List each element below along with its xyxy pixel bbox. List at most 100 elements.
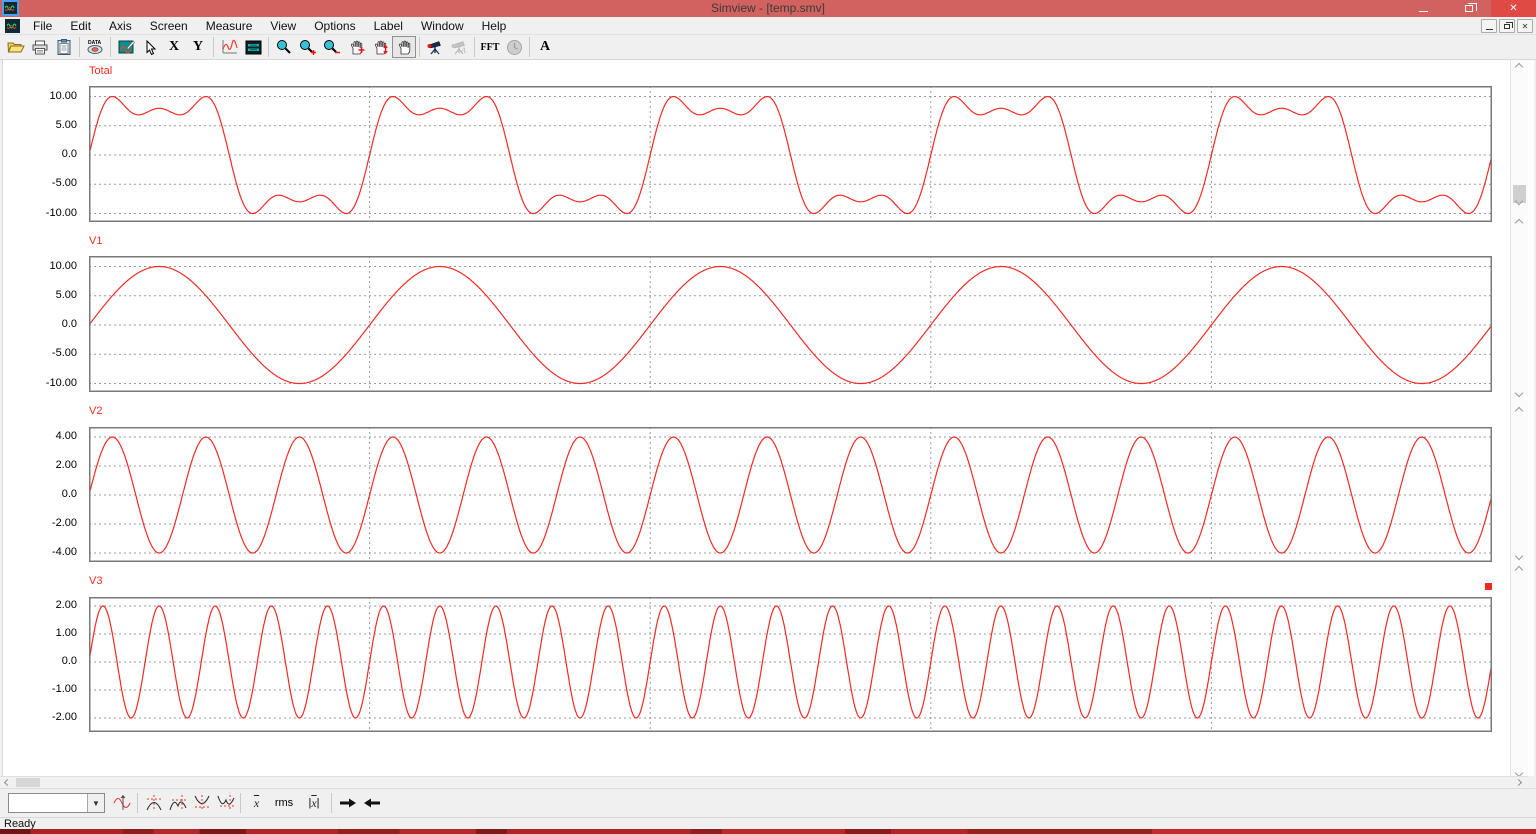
toolbar-separator bbox=[213, 37, 214, 57]
hand-button[interactable] bbox=[392, 36, 416, 58]
paste-button[interactable] bbox=[52, 36, 76, 58]
y-tick-label: 0.0 bbox=[61, 488, 77, 500]
peak-icon bbox=[146, 795, 161, 811]
select-button[interactable] bbox=[138, 36, 162, 58]
cursor-arrow-icon bbox=[146, 39, 156, 55]
cursor-wave-icon bbox=[112, 795, 131, 810]
graph-properties-button[interactable] bbox=[114, 36, 138, 58]
arrow-right-icon bbox=[339, 798, 356, 808]
plot-v3[interactable] bbox=[89, 597, 1492, 732]
menu-screen[interactable]: Screen bbox=[141, 17, 197, 35]
plot-total[interactable] bbox=[89, 86, 1492, 222]
plot-canvas: Total 10.00 5.00 0.0 -5.00 -10.00 V1 10.00 5.… bbox=[2, 60, 1534, 821]
menu-help[interactable]: Help bbox=[473, 17, 516, 35]
minimize-button[interactable] bbox=[1401, 0, 1446, 17]
mean-button[interactable]: x bbox=[245, 792, 268, 814]
menu-bar: File Edit Axis Screen Measure View Options Labe… bbox=[0, 17, 1536, 35]
y-tick-label: 5.00 bbox=[55, 118, 77, 131]
abs-bar: | bbox=[316, 797, 320, 809]
horizontal-scrollbar[interactable] bbox=[0, 776, 1528, 788]
menu-options[interactable]: Options bbox=[305, 17, 364, 35]
y-tick-label: -10.00 bbox=[45, 206, 77, 219]
x-axis-button[interactable]: X bbox=[162, 36, 186, 58]
toolbar-separator bbox=[529, 37, 530, 57]
combo-dropdown-button[interactable]: ▼ bbox=[87, 794, 104, 812]
curve-select-combo[interactable]: ▼ bbox=[8, 793, 105, 813]
y-tick-label: -5.00 bbox=[51, 177, 77, 190]
y-tick-label: -2.00 bbox=[51, 517, 77, 529]
open-button[interactable] bbox=[4, 36, 28, 58]
menu-window[interactable]: Window bbox=[412, 17, 473, 35]
plot-v1[interactable] bbox=[89, 256, 1492, 392]
add-curve-button[interactable] bbox=[217, 36, 241, 58]
mean-label: x bbox=[253, 795, 260, 810]
toolbar-separator bbox=[240, 793, 241, 813]
abs-mean-button[interactable]: | x | bbox=[300, 792, 328, 814]
y-tick-label: 0.0 bbox=[61, 654, 77, 667]
scroll-right-icon[interactable] bbox=[1514, 778, 1523, 787]
document-icon[interactable] bbox=[5, 18, 20, 33]
cursor-wave-button[interactable] bbox=[111, 792, 134, 814]
close-button[interactable]: ✕ bbox=[1491, 0, 1536, 17]
scroll-down-icon[interactable] bbox=[1514, 551, 1524, 561]
print-button[interactable] bbox=[28, 36, 52, 58]
menu-view[interactable]: View bbox=[261, 17, 305, 35]
find-max-button[interactable] bbox=[142, 792, 165, 814]
measure-disabled-button[interactable]: A bbox=[447, 36, 471, 58]
vertical-scrollbar[interactable] bbox=[1510, 60, 1528, 778]
fft-button[interactable]: FFT bbox=[478, 36, 502, 58]
menu-file[interactable]: File bbox=[24, 17, 61, 35]
scroll-up-icon[interactable] bbox=[1514, 218, 1524, 228]
find-min-button[interactable] bbox=[190, 792, 213, 814]
zoom-out-button[interactable] bbox=[320, 36, 344, 58]
y-tick-label: -10.00 bbox=[45, 376, 77, 389]
y-tick-label: 4.00 bbox=[55, 430, 77, 442]
screen-button[interactable] bbox=[241, 36, 265, 58]
rms-label: rms bbox=[274, 797, 294, 809]
y-tick-label: -2.00 bbox=[51, 710, 77, 723]
child-minimize-button[interactable] bbox=[1481, 19, 1497, 33]
add-text-button[interactable]: A bbox=[533, 36, 557, 58]
plot-title-v2: V2 bbox=[89, 405, 103, 417]
scrollbar-thumb[interactable] bbox=[16, 778, 40, 787]
y-tick-label: 2.00 bbox=[55, 598, 77, 611]
menu-edit[interactable]: Edit bbox=[61, 17, 100, 35]
scroll-up-icon[interactable] bbox=[1514, 406, 1524, 416]
restore-button[interactable] bbox=[1446, 0, 1491, 17]
windows-taskbar-sliver bbox=[0, 829, 1536, 834]
child-restore-button[interactable] bbox=[1499, 19, 1515, 33]
zoom-in-button[interactable] bbox=[296, 36, 320, 58]
pan-move-button[interactable] bbox=[368, 36, 392, 58]
menu-measure[interactable]: Measure bbox=[197, 17, 262, 35]
measure-button[interactable] bbox=[423, 36, 447, 58]
clock-gray-icon bbox=[506, 39, 522, 55]
toolbar-separator bbox=[474, 37, 475, 57]
menu-label[interactable]: Label bbox=[365, 17, 412, 35]
child-close-button[interactable]: ✕ bbox=[1517, 19, 1533, 33]
clipboard-icon bbox=[57, 39, 71, 55]
selected-plot-handle[interactable] bbox=[1485, 583, 1492, 590]
next-page-button[interactable] bbox=[336, 792, 359, 814]
save-data-button[interactable]: DATA bbox=[83, 36, 107, 58]
find-next-max-button[interactable] bbox=[166, 792, 189, 814]
scroll-left-icon[interactable] bbox=[3, 778, 12, 787]
rms-button[interactable]: rms bbox=[269, 792, 299, 814]
open-folder-icon bbox=[7, 42, 25, 53]
y-tick-label: -4.00 bbox=[51, 546, 77, 558]
menu-items: File Edit Axis Screen Measure View Options Labe… bbox=[24, 17, 515, 35]
toolbar-separator bbox=[331, 793, 332, 813]
y-tick-label: -1.00 bbox=[51, 682, 77, 695]
menu-axis[interactable]: Axis bbox=[100, 17, 141, 35]
y-axis-button[interactable]: Y bbox=[186, 36, 210, 58]
scroll-down-icon[interactable] bbox=[1514, 388, 1524, 398]
scroll-up-icon[interactable] bbox=[1514, 62, 1524, 72]
scroll-up-icon[interactable] bbox=[1514, 565, 1524, 575]
plot-v2[interactable] bbox=[89, 427, 1492, 562]
prev-page-button[interactable] bbox=[360, 792, 383, 814]
pan-add-button[interactable] bbox=[344, 36, 368, 58]
hand-arrow-icon bbox=[374, 40, 388, 54]
zoom-button[interactable] bbox=[272, 36, 296, 58]
find-next-min-button[interactable] bbox=[214, 792, 237, 814]
curve-select-input[interactable] bbox=[9, 794, 87, 812]
y-tick-label: 2.00 bbox=[55, 459, 77, 471]
